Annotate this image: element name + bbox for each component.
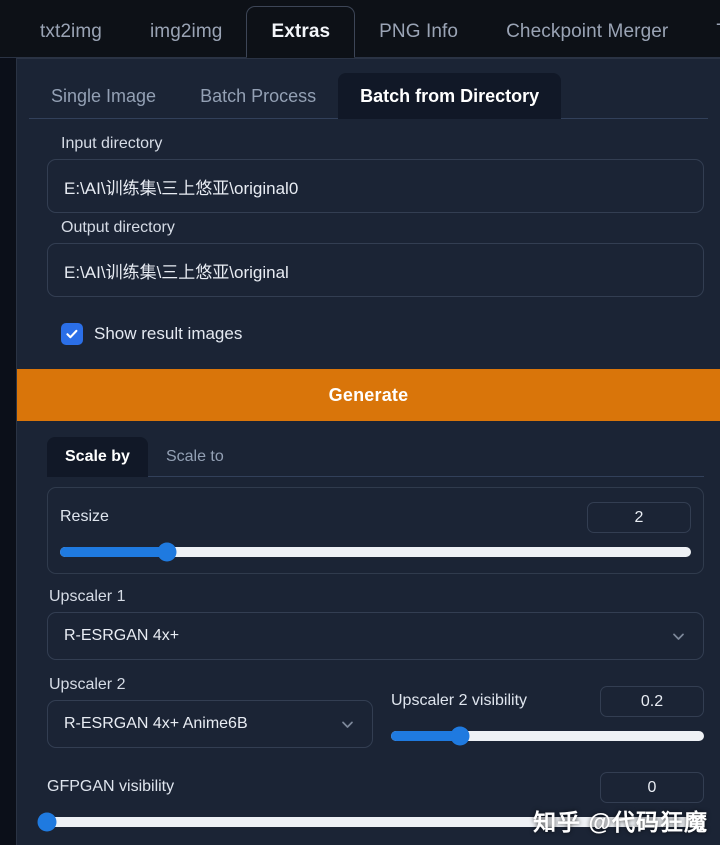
upscaler-2-visibility-label: Upscaler 2 visibility [391,692,528,710]
upscaler-2-label: Upscaler 2 [49,676,126,693]
input-directory-field[interactable]: E:\AI\训练集\三上悠亚\original0 [47,159,704,213]
resize-head: Resize 2 [60,502,691,533]
upscaler-2-visibility-input[interactable]: 0.2 [600,686,704,717]
tab-extras[interactable]: Extras [246,6,356,58]
tab-txt2img[interactable]: txt2img [16,6,126,58]
show-result-images-row[interactable]: Show result images [61,323,706,345]
upscaler-2-block: Upscaler 2 R-ESRGAN 4x+ Anime6B [47,670,373,748]
sub-tab-batch-process[interactable]: Batch Process [178,73,338,119]
batch-directory-form: Input directory E:\AI\训练集\三上悠亚\original0… [17,119,720,345]
generate-button[interactable]: Generate [17,369,720,421]
main-tab-bar: txt2img img2img Extras PNG Info Checkpoi… [0,0,720,58]
resize-label: Resize [60,508,109,526]
gfpgan-visibility-head: GFPGAN visibility 0 [47,772,704,803]
resize-slider-block: Resize 2 [60,502,691,562]
output-directory-field[interactable]: E:\AI\训练集\三上悠亚\original [47,243,704,297]
gfpgan-visibility-label: GFPGAN visibility [47,778,175,796]
scale-tab-bar: Scale by Scale to [47,433,720,477]
extras-page: txt2img img2img Extras PNG Info Checkpoi… [0,0,720,845]
extras-sub-tab-bar: Single Image Batch Process Batch from Di… [29,69,720,119]
tab-img2img[interactable]: img2img [126,6,247,58]
resize-slider[interactable] [60,542,691,562]
checkbox-icon[interactable] [61,323,83,345]
output-directory-label: Output directory [61,219,175,236]
upscaler-1-block: Upscaler 1 R-ESRGAN 4x+ [47,588,704,660]
resize-group: Resize 2 [47,487,704,574]
show-result-images-label: Show result images [94,324,243,343]
resize-value-input[interactable]: 2 [587,502,691,533]
tab-png-info[interactable]: PNG Info [355,6,482,58]
chevron-down-icon [673,633,684,640]
gfpgan-visibility-input[interactable]: 0 [600,772,704,803]
upscaler-1-select[interactable]: R-ESRGAN 4x+ [47,612,704,660]
sub-tab-single-image[interactable]: Single Image [29,73,178,119]
upscaler-2-row: Upscaler 2 R-ESRGAN 4x+ Anime6B Upscaler… [47,670,704,748]
upscaler-2-visibility-thumb[interactable] [450,726,470,746]
resize-slider-thumb[interactable] [157,542,177,562]
extras-panel: Single Image Batch Process Batch from Di… [16,58,720,845]
sub-tab-batch-from-directory[interactable]: Batch from Directory [338,73,562,119]
upscaler-2-visibility-slider[interactable] [391,726,704,746]
tab-train[interactable]: Train [692,6,720,58]
gfpgan-visibility-slider[interactable] [37,812,704,832]
gfpgan-visibility-block: GFPGAN visibility 0 [37,772,704,832]
upscaler-1-value: R-ESRGAN 4x+ [64,627,180,644]
upscaler-2-visibility-head: Upscaler 2 visibility 0.2 [391,686,704,717]
upscaler-1-label: Upscaler 1 [49,588,126,605]
chevron-down-icon [342,721,353,728]
tab-scale-to[interactable]: Scale to [148,437,242,477]
tab-checkpoint-merger[interactable]: Checkpoint Merger [482,6,692,58]
gfpgan-visibility-thumb[interactable] [37,812,57,832]
upscaler-2-select[interactable]: R-ESRGAN 4x+ Anime6B [47,700,373,748]
upscaler-2-value: R-ESRGAN 4x+ Anime6B [64,715,248,732]
tab-scale-by[interactable]: Scale by [47,437,148,477]
upscaler-2-visibility-block: Upscaler 2 visibility 0.2 [391,670,704,746]
resize-slider-fill [60,547,168,557]
input-directory-label: Input directory [61,135,163,152]
